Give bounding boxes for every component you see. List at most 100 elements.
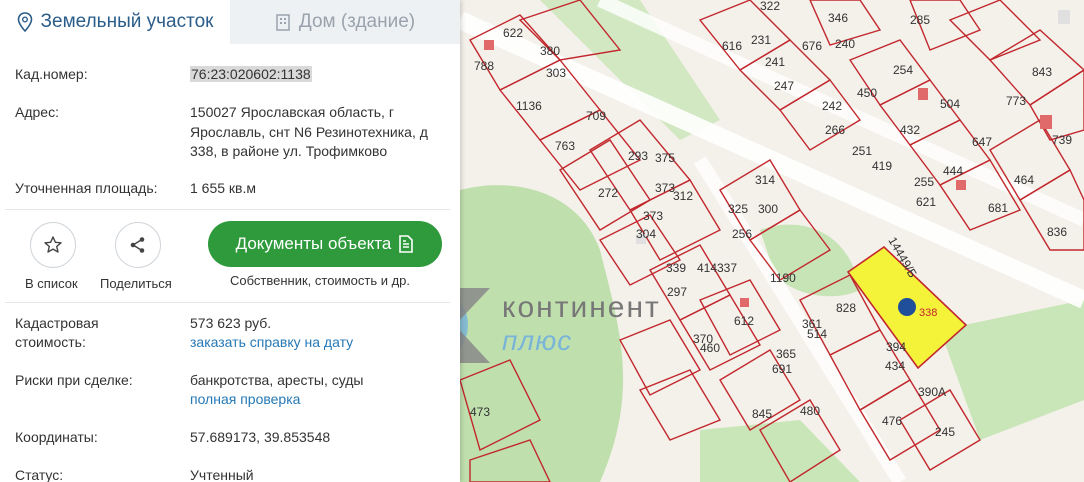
parcel-number-label: 285 (910, 13, 930, 27)
location-pin-icon (17, 12, 32, 32)
address-label: Адрес: (15, 104, 59, 120)
star-icon (44, 236, 62, 253)
divider (5, 209, 450, 210)
parcel-number-label: 828 (836, 301, 856, 315)
building (740, 298, 749, 307)
add-to-list-button[interactable] (30, 222, 76, 268)
parcel-number-label: 375 (655, 151, 675, 165)
parcel-number-label: 293 (628, 149, 648, 163)
object-documents-button[interactable]: Документы объекта (208, 221, 442, 267)
add-to-list-label[interactable]: В список (25, 276, 78, 291)
parcel-number-label: 773 (1006, 94, 1026, 108)
address-line-2: Ярославль, снт N6 Резинотехника, д (190, 124, 428, 140)
parcel-number-label: 314 (755, 173, 775, 187)
parcel-number-label: 365 (776, 347, 796, 361)
parcel-number-label: 622 (503, 26, 523, 40)
parcel-number-label: 346 (828, 11, 848, 25)
risks-value: банкротства, аресты, суды (190, 372, 364, 388)
parcel-number-label: 621 (916, 195, 936, 209)
parcel-number-label: 304 (636, 227, 656, 241)
location-marker[interactable] (898, 298, 916, 316)
share-button[interactable] (115, 222, 161, 268)
parcel-number-label: 788 (474, 59, 494, 73)
object-documents-subtitle: Собственник, стоимость и др. (230, 273, 411, 288)
tab-land-plot-label: Земельный участок (40, 11, 214, 32)
cad-cost-value: 573 623 руб. (190, 315, 272, 331)
parcel-number-label: 254 (893, 63, 913, 77)
parcel-number-label: 514 (807, 327, 827, 341)
parcel-number-label: 312 (673, 189, 693, 203)
parcel-number-label: 444 (943, 164, 963, 178)
parcel-number-label: 390A (918, 385, 946, 399)
building-icon (276, 14, 290, 31)
parcel-number-label: 647 (972, 135, 992, 149)
building (1058, 10, 1070, 24)
full-check-link[interactable]: полная проверка (190, 390, 300, 409)
logo-text-main: континент (502, 291, 661, 324)
status-label: Статус: (15, 467, 64, 482)
cad-cost-label-line1: Кадастровая (15, 315, 99, 331)
tab-house[interactable]: Дом (здание) (230, 0, 460, 44)
parcel-number-label: 255 (914, 175, 934, 189)
parcel-number-label: 245 (935, 425, 955, 439)
parcel-number-label: 681 (988, 201, 1008, 215)
parcel-number-label: 476 (882, 414, 902, 428)
parcel-number-label: 473 (470, 405, 490, 419)
parcel-number-label: 256 (732, 227, 752, 241)
cad-cost-label-line2: стоимость: (15, 334, 86, 350)
kad-value[interactable]: 76:23:020602:1138 (190, 65, 312, 84)
parcel-number-label: 300 (758, 202, 778, 216)
tab-house-label: Дом (здание) (298, 11, 416, 32)
parcel-number-label: 414 (697, 261, 717, 275)
building (956, 180, 966, 190)
share-label[interactable]: Поделиться (100, 276, 172, 291)
parcel-number-label: 616 (722, 39, 742, 53)
parcel-number-label: 251 (852, 144, 872, 158)
share-icon (130, 237, 145, 253)
parcel-number-label: 1136 (516, 99, 542, 113)
building (918, 88, 928, 100)
coordinates-label: Координаты: (15, 429, 98, 445)
risks-label: Риски при сделке: (15, 372, 133, 388)
parcel-number-label: 843 (1032, 65, 1052, 79)
parcel-number-label: 380 (540, 44, 560, 58)
order-certificate-link[interactable]: заказать справку на дату (190, 333, 353, 352)
parcel-number-label: 373 (643, 209, 663, 223)
coordinates-value: 57.689173, 39.853548 (190, 429, 331, 445)
parcel-number-label: 247 (774, 79, 794, 93)
info-panel: Земельный участок Дом (здание) Кад.номер… (0, 0, 460, 482)
kad-number[interactable]: 76:23:020602:1138 (190, 66, 312, 82)
tab-land-plot[interactable]: Земельный участок (0, 0, 230, 44)
parcel-number-label: 337 (717, 261, 737, 275)
document-icon (399, 235, 414, 253)
address-line-3: 338, в районе ул. Трофимково (190, 143, 388, 159)
parcel-number-label: 394 (886, 340, 906, 354)
parcel-number-label: 266 (825, 123, 845, 137)
parcel-number-label: 322 (760, 0, 780, 13)
parcel-number-label: 612 (734, 314, 754, 328)
address-line-1: 150027 Ярославская область, г (190, 104, 394, 120)
parcel-number-label: 240 (835, 37, 855, 51)
parcel-number-label: 676 (802, 39, 822, 53)
parcel-number-label: 432 (900, 123, 920, 137)
building (484, 40, 494, 50)
parcel-number-label: 480 (800, 404, 820, 418)
parcel-number-label: 434 (885, 359, 905, 373)
status-value: Учтенный (190, 467, 254, 482)
parcel-number-label: 709 (586, 109, 606, 123)
object-documents-label: Документы объекта (235, 234, 392, 253)
parcel-number-label: 763 (555, 139, 575, 153)
parcel-number-label: 231 (751, 33, 771, 47)
parcel-number-label: 242 (822, 99, 842, 113)
parcel-number-label: 845 (752, 407, 772, 421)
parcel-number-label: 691 (772, 362, 792, 376)
tab-bar: Земельный участок Дом (здание) (0, 0, 460, 44)
parcel-number-label: 504 (940, 97, 960, 111)
parcel-number-label: 1190 (770, 271, 796, 285)
parcel-number-label: 325 (728, 202, 748, 216)
parcel-number-label: 339 (666, 261, 686, 275)
parcel-number-label: 272 (598, 186, 618, 200)
building (1040, 115, 1052, 129)
parcel-number-label: 241 (765, 55, 785, 69)
parcel-number-label: 464 (1014, 173, 1034, 187)
